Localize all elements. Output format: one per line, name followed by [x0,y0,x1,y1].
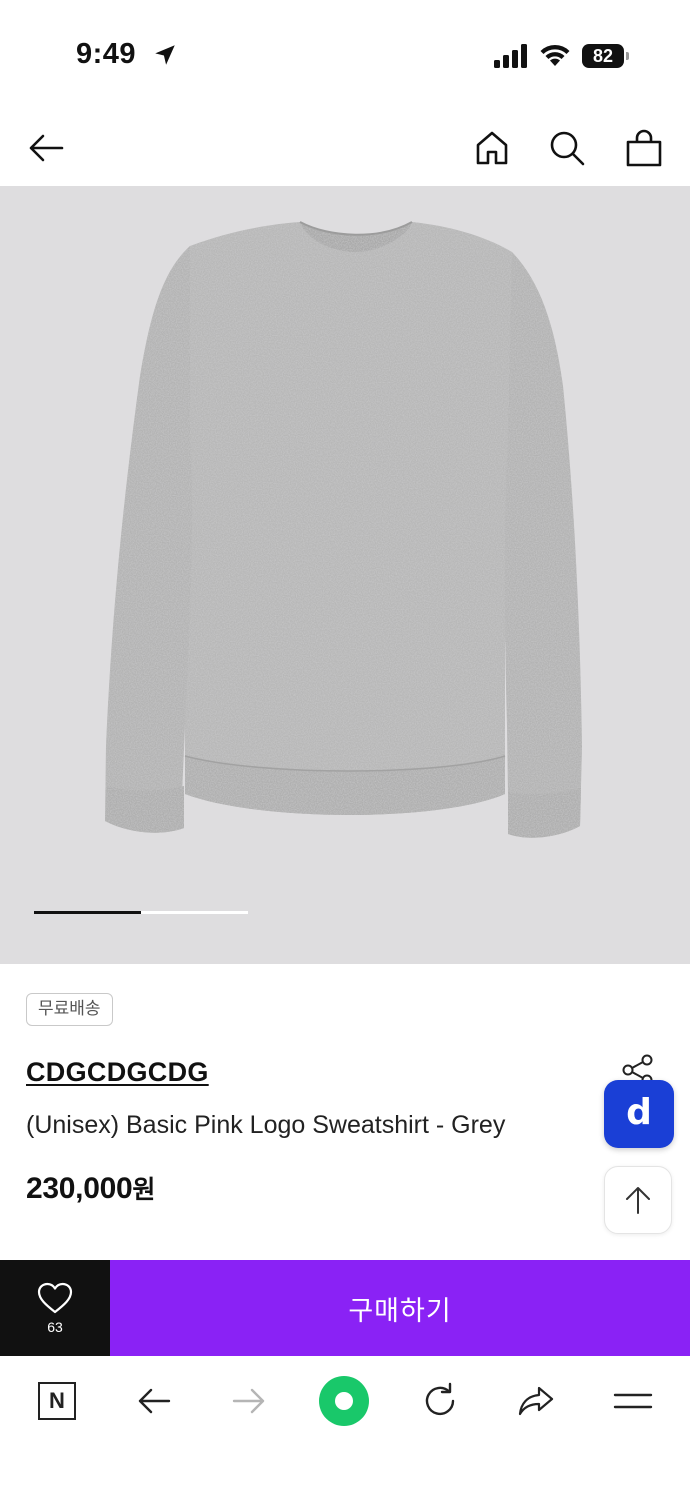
cellular-signal-icon [494,44,527,68]
cart-button[interactable] [622,126,666,170]
status-bar: 9:49 82 [0,0,690,110]
product-image-carousel[interactable] [0,186,690,964]
d-logo: d [626,1091,652,1133]
location-arrow-icon [155,45,175,65]
browser-share-button[interactable] [511,1376,561,1426]
carousel-progress-fill [34,911,141,914]
arrow-left-icon [138,1388,171,1414]
naver-n-icon: N [38,1382,76,1420]
naver-home-button[interactable]: N [32,1376,82,1426]
shopping-bag-icon [626,129,662,167]
browser-toolbar: N [0,1356,690,1500]
reload-icon [425,1382,455,1416]
product-photo [105,221,582,838]
wifi-icon [540,44,570,66]
free-shipping-badge: 무료배송 [26,993,113,1026]
home-icon [476,131,508,165]
wishlist-count: 63 [47,1319,63,1335]
menu-button[interactable] [608,1376,658,1426]
home-button[interactable] [470,126,514,170]
share-arrow-icon [518,1386,554,1416]
browser-forward-button[interactable] [224,1376,274,1426]
wishlist-button[interactable]: 63 [0,1260,110,1356]
search-icon [550,131,585,166]
battery-icon: 82 [582,44,630,68]
reload-button[interactable] [415,1376,465,1426]
product-price: 230,000원 [26,1170,155,1206]
status-time: 9:49 [76,38,137,70]
hamburger-menu-icon [613,1393,653,1409]
search-button[interactable] [545,126,589,170]
heart-icon [37,1282,73,1314]
scroll-top-button[interactable] [604,1166,672,1234]
price-value: 230,000 [26,1172,133,1205]
carousel-progress [34,911,248,914]
purchase-bar: 63 구매하기 [0,1260,690,1356]
price-unit: 원 [132,1176,156,1204]
arrow-left-icon [29,134,64,162]
top-nav [0,110,690,186]
back-button[interactable] [24,126,68,170]
product-title: (Unisex) Basic Pink Logo Sweatshirt - Gr… [26,1111,506,1139]
buy-button[interactable]: 구매하기 [110,1260,690,1356]
brand-link[interactable]: CDGCDGCDG [26,1057,209,1088]
battery-level: 82 [582,44,624,68]
green-dot-icon [319,1376,369,1426]
browser-back-button[interactable] [129,1376,179,1426]
arrow-right-icon [232,1388,265,1414]
green-dot-button[interactable] [319,1376,369,1426]
arrow-up-icon [626,1187,650,1214]
d-app-button[interactable]: d [604,1080,674,1148]
